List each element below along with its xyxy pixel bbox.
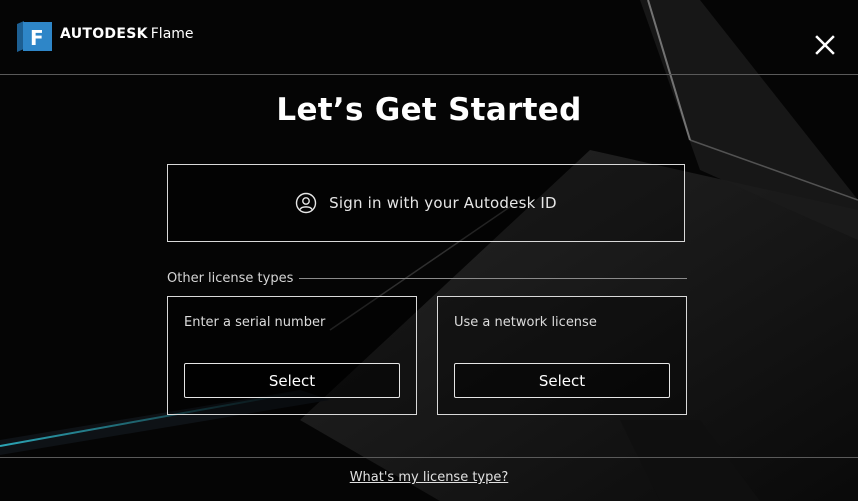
network-license-card: Use a network license Select	[437, 296, 687, 415]
product-name: AUTODESK Flame	[60, 26, 194, 42]
heading-divider	[299, 277, 687, 279]
sign-in-button[interactable]: Sign in with your Autodesk ID	[167, 164, 685, 242]
app-header: F AUTODESK Flame	[0, 0, 858, 74]
serial-number-card: Enter a serial number Select	[167, 296, 417, 415]
network-license-label: Use a network license	[454, 315, 597, 330]
other-license-label: Other license types	[167, 270, 294, 286]
sign-in-label: Sign in with your Autodesk ID	[329, 194, 557, 212]
serial-number-label: Enter a serial number	[184, 315, 326, 330]
product-label: Flame	[150, 26, 194, 42]
license-type-help-link[interactable]: What's my license type?	[0, 470, 858, 485]
svg-text:F: F	[30, 26, 44, 50]
network-license-select-button[interactable]: Select	[454, 363, 670, 398]
close-icon[interactable]	[811, 31, 839, 59]
page-title: Let’s Get Started	[276, 92, 582, 128]
footer-divider	[0, 457, 858, 458]
flame-logo-icon: F	[17, 21, 52, 52]
serial-number-select-button[interactable]: Select	[184, 363, 400, 398]
other-license-types-heading: Other license types	[167, 268, 687, 288]
header-divider	[0, 74, 858, 75]
user-circle-icon	[295, 192, 317, 214]
brand-name: AUTODESK	[60, 26, 148, 42]
